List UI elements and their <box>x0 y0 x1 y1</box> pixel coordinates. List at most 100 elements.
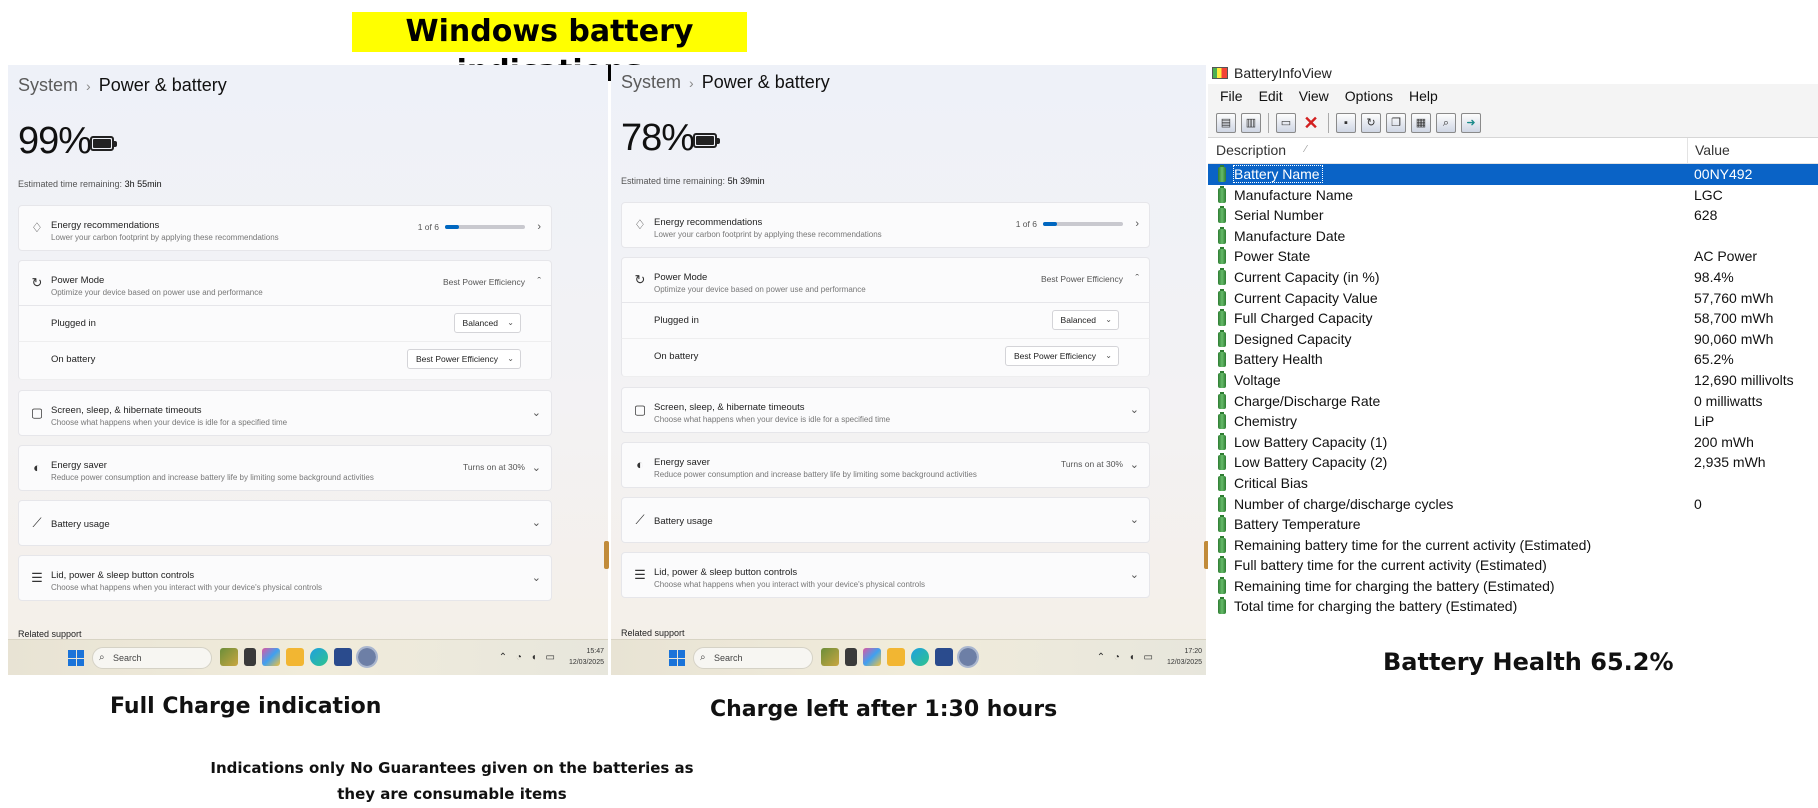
menu-help[interactable]: Help <box>1401 84 1446 108</box>
copilot-icon[interactable] <box>863 648 881 666</box>
lid-controls-card[interactable]: ☰ Lid, power & sleep button controls Cho… <box>18 555 552 601</box>
window-titlebar[interactable]: BatteryInfoView <box>1208 62 1818 84</box>
battery-list-icon[interactable]: ▥ <box>1241 112 1261 133</box>
refresh-icon[interactable]: ↻ <box>1361 112 1381 133</box>
widget-app-icon[interactable] <box>821 648 839 666</box>
delete-icon[interactable]: ✕ <box>1301 113 1321 133</box>
plugged-in-label: Plugged in <box>51 318 96 329</box>
taskbar-search[interactable]: ⌕ Search <box>92 647 212 669</box>
table-row[interactable]: Voltage 12,690 millivolts <box>1208 370 1818 391</box>
table-row[interactable]: Serial Number 628 <box>1208 205 1818 226</box>
menu-view[interactable]: View <box>1291 84 1337 108</box>
clock-date: 12/03/2025 <box>568 659 604 666</box>
folder-icon[interactable] <box>286 648 304 666</box>
column-description[interactable]: Description <box>1216 142 1286 158</box>
energy-saver-card[interactable]: ◐ Energy saver Reduce power consumption … <box>18 445 552 491</box>
table-row[interactable]: Battery Health 65.2% <box>1208 349 1818 370</box>
energy-recommendations-card[interactable]: ♢ Energy recommendations Lower your carb… <box>621 202 1150 248</box>
on-battery-dropdown[interactable]: Best Power Efficiency ⌄ <box>406 349 521 369</box>
store-icon[interactable] <box>334 648 352 666</box>
table-row[interactable]: Battery Name 00NY492 <box>1208 164 1818 185</box>
table-row[interactable]: Critical Bias <box>1208 473 1818 494</box>
edge-icon[interactable] <box>911 648 929 666</box>
taskview-icon[interactable] <box>845 648 857 666</box>
folder-icon[interactable] <box>887 648 905 666</box>
taskbar-clock[interactable]: 17:20 12/03/2025 <box>1167 646 1202 668</box>
table-row[interactable]: Power State AC Power <box>1208 246 1818 267</box>
copy-icon[interactable]: ❐ <box>1386 112 1406 133</box>
power-mode-card[interactable]: ↻ Power Mode Optimize your device based … <box>18 260 552 306</box>
menu-options[interactable]: Options <box>1337 84 1401 108</box>
store-icon[interactable] <box>935 648 953 666</box>
estimated-time-value: 5h 39min <box>727 176 765 186</box>
exit-icon[interactable]: ➜ <box>1461 112 1481 133</box>
breadcrumb-system[interactable]: System <box>18 75 78 95</box>
breadcrumb-system[interactable]: System <box>621 72 681 92</box>
table-row[interactable]: Number of charge/discharge cycles 0 <box>1208 494 1818 515</box>
table-row[interactable]: Total time for charging the battery (Est… <box>1208 596 1818 617</box>
energy-recommendations-card[interactable]: ♢ Energy recommendations Lower your carb… <box>18 205 552 251</box>
settings-app-icon[interactable] <box>957 646 979 668</box>
table-row[interactable]: Full Charged Capacity 58,700 mWh <box>1208 308 1818 329</box>
battery-icon <box>693 133 720 148</box>
screen-sleep-card[interactable]: ▢ Screen, sleep, & hibernate timeouts Ch… <box>18 390 552 436</box>
copilot-icon[interactable] <box>262 648 280 666</box>
windows-start-icon[interactable] <box>669 650 685 666</box>
window-icon[interactable]: ▭ <box>1276 112 1296 133</box>
widget-app-icon[interactable] <box>220 648 238 666</box>
taskbar-clock[interactable]: 15:47 12/03/2025 <box>569 646 604 668</box>
menu-edit[interactable]: Edit <box>1251 84 1291 108</box>
column-value[interactable]: Value <box>1695 142 1730 158</box>
properties-icon[interactable]: ▤ <box>1216 112 1236 133</box>
save-icon[interactable]: ▪ <box>1336 112 1356 133</box>
plugged-in-row: Plugged in Balanced ⌄ <box>621 303 1150 339</box>
battery-usage-card[interactable]: ⟋ Battery usage ⌄ <box>621 497 1150 543</box>
system-tray[interactable]: ⌃ ◔ ◖ ▭ <box>499 652 558 663</box>
table-row[interactable]: Current Capacity Value 57,760 mWh <box>1208 288 1818 309</box>
chevron-down-icon: ⌄ <box>507 318 514 327</box>
plugged-in-dropdown[interactable]: Balanced ⌄ <box>1051 310 1119 330</box>
toolbar-divider <box>1328 112 1329 133</box>
table-row[interactable]: Chemistry LiP <box>1208 411 1818 432</box>
edge-icon[interactable] <box>310 648 328 666</box>
table-row[interactable]: Designed Capacity 90,060 mWh <box>1208 329 1818 350</box>
table-row[interactable]: Remaining time for charging the battery … <box>1208 576 1818 597</box>
lid-controls-subtitle: Choose what happens when you interact wi… <box>51 583 323 592</box>
table-row[interactable]: Low Battery Capacity (1) 200 mWh <box>1208 432 1818 453</box>
html-report-icon[interactable]: ▦ <box>1411 112 1431 133</box>
energy-saver-card[interactable]: ◐ Energy saver Reduce power consumption … <box>621 442 1150 488</box>
toolbar-divider <box>1268 112 1269 133</box>
plugged-in-dropdown[interactable]: Balanced ⌄ <box>453 313 521 333</box>
table-row[interactable]: Charge/Discharge Rate 0 milliwatts <box>1208 391 1818 412</box>
on-battery-dropdown[interactable]: Best Power Efficiency ⌄ <box>1004 346 1119 366</box>
row-value: 0 milliwatts <box>1694 392 1763 409</box>
find-icon[interactable]: ⌕ <box>1436 112 1456 133</box>
screen-sleep-card[interactable]: ▢ Screen, sleep, & hibernate timeouts Ch… <box>621 387 1150 433</box>
system-tray[interactable]: ⌃ ◔ ◖ ▭ <box>1097 652 1156 663</box>
battery-icon <box>1218 206 1226 224</box>
screen-sleep-subtitle: Choose what happens when your device is … <box>51 418 288 427</box>
row-value: 58,700 mWh <box>1694 310 1774 327</box>
lid-controls-card[interactable]: ☰ Lid, power & sleep button controls Cho… <box>621 552 1150 598</box>
table-row[interactable]: Full battery time for the current activi… <box>1208 555 1818 576</box>
battery-icon <box>1218 267 1226 285</box>
on-battery-dropdown-value: Best Power Efficiency <box>415 354 498 364</box>
table-row[interactable]: Remaining battery time for the current a… <box>1208 535 1818 556</box>
table-row[interactable]: Manufacture Name LGC <box>1208 185 1818 206</box>
windows-start-icon[interactable] <box>68 650 84 666</box>
battery-usage-card[interactable]: ⟋ Battery usage ⌄ <box>18 500 552 546</box>
taskbar-search[interactable]: ⌕ Search <box>693 647 813 669</box>
table-row[interactable]: Manufacture Date <box>1208 226 1818 247</box>
screen-icon: ▢ <box>633 402 647 417</box>
power-mode-card[interactable]: ↻ Power Mode Optimize your device based … <box>621 257 1150 303</box>
battery-icon <box>1218 370 1226 388</box>
column-divider[interactable] <box>1687 138 1688 163</box>
table-row[interactable]: Current Capacity (in %) 98.4% <box>1208 267 1818 288</box>
table-row[interactable]: Low Battery Capacity (2) 2,935 mWh <box>1208 452 1818 473</box>
taskview-icon[interactable] <box>244 648 256 666</box>
table-row[interactable]: Battery Temperature <box>1208 514 1818 535</box>
energy-saver-title: Energy saver <box>51 460 107 471</box>
scroll-grip[interactable] <box>604 541 609 569</box>
settings-app-icon[interactable] <box>356 646 378 668</box>
menu-file[interactable]: File <box>1212 84 1251 108</box>
